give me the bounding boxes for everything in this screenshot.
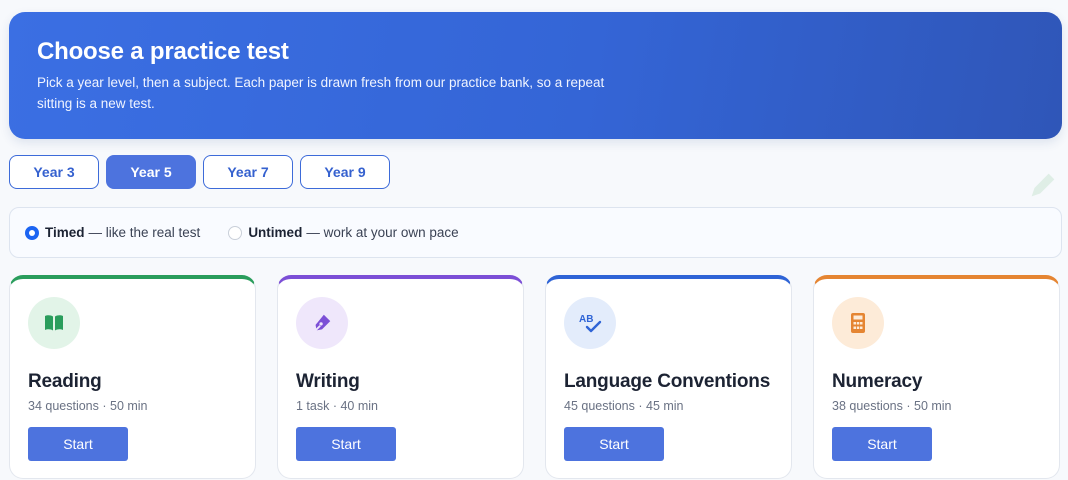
start-writing-button[interactable]: Start: [296, 427, 396, 461]
start-reading-button[interactable]: Start: [28, 427, 128, 461]
year-5-button[interactable]: Year 5: [106, 155, 196, 189]
calculator-icon: [832, 297, 884, 349]
subject-title: Writing: [296, 371, 360, 392]
page-subtitle: Pick a year level, then a subject. Each …: [37, 75, 605, 111]
subject-title: Language Conventions: [564, 371, 771, 392]
start-language-conventions-button[interactable]: Start: [564, 427, 664, 461]
timed-radio[interactable]: [25, 225, 39, 240]
subject-meta: 45 questions · 45 min: [564, 399, 684, 413]
untimed-radio[interactable]: [228, 225, 243, 240]
start-numeracy-button[interactable]: Start: [832, 427, 932, 461]
subject-card-writing: Writing 1 task · 40 min Start: [277, 275, 524, 479]
untimed-description: — work at your own pace: [306, 225, 459, 240]
subject-cards: Reading 34 questions · 50 min Start Writ…: [9, 275, 1060, 479]
subject-card-numeracy: Numeracy 38 questions · 50 min Start: [813, 275, 1060, 479]
book-icon: [28, 297, 80, 349]
svg-text:AB: AB: [579, 314, 593, 325]
year-selector: Year 3 Year 5 Year 7 Year 9: [9, 155, 390, 189]
timing-mode-selector: Timed — like the real test Untimed — wor…: [9, 207, 1062, 258]
timed-label: Timed: [45, 225, 85, 240]
spellcheck-icon: AB: [564, 297, 616, 349]
untimed-label: Untimed: [248, 225, 303, 240]
subject-title: Numeracy: [832, 371, 923, 392]
subject-meta: 38 questions · 50 min: [832, 399, 952, 413]
subject-title: Reading: [28, 371, 102, 392]
year-3-button[interactable]: Year 3: [9, 155, 99, 189]
untimed-option[interactable]: Untimed — work at your own pace: [228, 225, 459, 240]
pencil-decoration-icon: [1031, 173, 1055, 197]
subject-meta: 1 task · 40 min: [296, 399, 378, 413]
timed-option[interactable]: Timed — like the real test: [25, 225, 200, 240]
timed-description: — like the real test: [88, 225, 201, 240]
subject-card-reading: Reading 34 questions · 50 min Start: [9, 275, 256, 479]
page-title: Choose a practice test: [37, 38, 289, 65]
year-7-button[interactable]: Year 7: [203, 155, 293, 189]
subject-card-language-conventions: AB Language Conventions 45 questions · 4…: [545, 275, 792, 479]
year-9-button[interactable]: Year 9: [300, 155, 390, 189]
header-banner: Choose a practice test Pick a year level…: [9, 12, 1062, 139]
pen-icon: [296, 297, 348, 349]
subject-meta: 34 questions · 50 min: [28, 399, 148, 413]
